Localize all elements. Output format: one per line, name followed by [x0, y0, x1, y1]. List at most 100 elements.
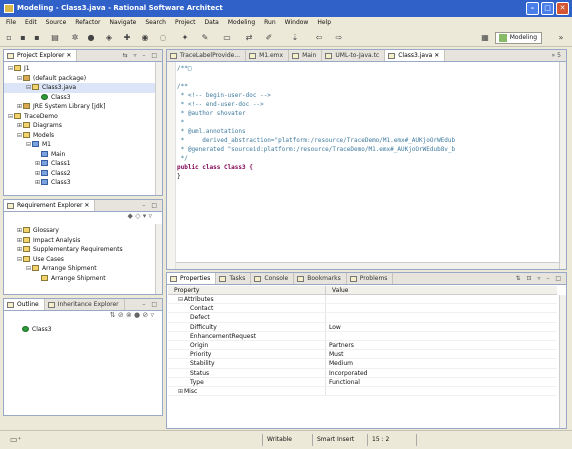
property-row[interactable]: Stability Medium [168, 359, 557, 369]
property-value[interactable]: Partners [326, 341, 354, 349]
vertical-scrollbar[interactable] [559, 62, 566, 269]
tab-tasks[interactable]: Tasks [216, 273, 252, 284]
vertical-scrollbar[interactable] [155, 224, 162, 294]
maximize-button[interactable]: □ [541, 2, 554, 15]
menu-source[interactable]: Source [46, 17, 67, 29]
back-icon[interactable]: ⇦ [314, 33, 324, 43]
property-row[interactable]: Status Incorporated [168, 368, 557, 378]
tab-bookmarks[interactable]: Bookmarks [294, 273, 347, 284]
property-row[interactable]: EnhancementRequest [168, 331, 557, 341]
open-type-icon[interactable]: ◌ [158, 33, 168, 43]
new-icon[interactable]: ▫ [4, 33, 14, 43]
close-button[interactable]: ✕ [556, 2, 569, 15]
tree-item[interactable]: ⊟ M1 [4, 140, 162, 150]
view-controls[interactable]: – □ [142, 200, 159, 212]
tab-problems[interactable]: Problems [347, 273, 394, 284]
print-icon[interactable]: ▤ [50, 33, 60, 43]
view-controls[interactable]: ⇆ ▿ – □ [123, 50, 159, 62]
property-value[interactable]: Low [326, 323, 341, 331]
close-icon[interactable]: ✕ [432, 52, 439, 59]
tree-item[interactable]: ⊟ Models [4, 131, 162, 141]
next-annotation-icon[interactable]: ⇣ [290, 33, 300, 43]
tree-item[interactable]: ⊟ Class3.java [4, 83, 162, 93]
run-icon[interactable]: ● [86, 33, 96, 43]
external-tools-icon[interactable]: ◈ [104, 33, 114, 43]
toolbar-more-icon[interactable]: » [556, 33, 566, 43]
tree-item[interactable]: ⊟ TraceDemo [4, 112, 162, 122]
editor-tab[interactable]: Class3.java ✕ [385, 50, 446, 61]
menu-help[interactable]: Help [317, 17, 331, 29]
tree-item[interactable]: ⊞ Class3 [4, 178, 162, 188]
open-perspective-icon[interactable]: ▦ [480, 33, 490, 43]
property-value[interactable]: Medium [326, 359, 353, 367]
new-class-icon[interactable]: ◉ [140, 33, 150, 43]
property-value[interactable]: Functional [326, 378, 360, 386]
property-column-header[interactable]: Property [168, 286, 326, 294]
tree-item[interactable]: ⊞ JRE System Library [jdk] [4, 102, 162, 112]
property-value[interactable]: Incorporated [326, 369, 367, 377]
view-controls[interactable]: – □ [142, 299, 159, 311]
menu-file[interactable]: File [6, 17, 16, 29]
tab-requirement-explorer[interactable]: Requirement Explorer ✕ [4, 200, 96, 211]
editor-tab[interactable]: Main [289, 50, 323, 61]
menu-data[interactable]: Data [205, 17, 219, 29]
tree-item[interactable]: Arrange Shipment [4, 274, 162, 284]
save-icon[interactable]: ▪ [18, 33, 28, 43]
property-row[interactable]: ⊟ Attributes [168, 295, 557, 305]
menu-run[interactable]: Run [264, 17, 276, 29]
view-controls[interactable]: ⇅ ⊡ ▿ – □ [516, 273, 563, 285]
save-all-icon[interactable]: ▪ [32, 33, 42, 43]
tree-item[interactable]: Main [4, 150, 162, 160]
tree-item[interactable]: ⊞ Class1 [4, 159, 162, 169]
code-editor[interactable]: /**□ /** * <!-- begin-user-doc --> * <!--… [177, 64, 558, 181]
value-column-header[interactable]: Value [326, 286, 348, 294]
property-row[interactable]: Difficulty Low [168, 322, 557, 332]
editor-tab[interactable]: UML-to-Java.tc [322, 50, 386, 61]
tree-item[interactable]: ⊞ Supplementary Requirements [4, 245, 162, 255]
horizontal-scrollbar[interactable] [176, 262, 559, 269]
vertical-scrollbar[interactable] [155, 62, 162, 195]
tab-outline[interactable]: Outline [4, 299, 45, 310]
open-folder-icon[interactable]: ▭ [222, 33, 232, 43]
tree-item[interactable]: Class3 [4, 93, 162, 103]
editor-tabs-more[interactable]: »5 [552, 50, 564, 62]
tab-project-explorer[interactable]: Project Explorer ✕ [4, 50, 78, 61]
tab-inheritance-explorer[interactable]: Inheritance Explorer [45, 299, 125, 310]
tree-item[interactable]: ⊞ Impact Analysis [4, 236, 162, 246]
property-value[interactable]: Must [326, 350, 343, 358]
new-java-project-icon[interactable]: ✚ [122, 33, 132, 43]
menu-modeling[interactable]: Modeling [228, 17, 255, 29]
forward-icon[interactable]: ⇨ [334, 33, 344, 43]
tree-item[interactable]: ⊞ Class2 [4, 169, 162, 179]
vertical-scrollbar[interactable] [559, 295, 566, 428]
property-row[interactable]: Origin Partners [168, 340, 557, 351]
property-value[interactable] [326, 304, 329, 312]
fast-view-icon[interactable]: ▭⁺ [10, 435, 22, 444]
menu-refactor[interactable]: Refactor [75, 17, 100, 29]
property-row[interactable]: Priority Must [168, 350, 557, 360]
link-icon[interactable]: ⇄ [244, 33, 254, 43]
menu-project[interactable]: Project [175, 17, 196, 29]
property-value[interactable] [326, 313, 329, 321]
tab-properties[interactable]: Properties [167, 273, 217, 284]
property-value[interactable] [326, 332, 329, 340]
property-row[interactable]: Contact [168, 304, 557, 314]
menu-edit[interactable]: Edit [25, 17, 37, 29]
tree-item[interactable]: ⊞ Diagrams [4, 121, 162, 131]
tree-item[interactable]: ⊟ Arrange Shipment [4, 264, 162, 274]
outline-toolbar[interactable]: ⇅ ⊘ ⊗ ● ⊘ ▿ [4, 311, 162, 323]
debug-icon[interactable]: ✲ [70, 33, 80, 43]
property-row[interactable]: Defect [168, 313, 557, 323]
property-row[interactable]: Type Functional [168, 377, 557, 387]
tree-item[interactable]: ⊟ Use Cases [4, 255, 162, 265]
search-icon[interactable]: ✦ [180, 33, 190, 43]
editor-tab[interactable]: TraceLabelProvide... [167, 50, 247, 61]
minimize-button[interactable]: – [526, 2, 539, 15]
outline-item[interactable]: Class3 [4, 325, 162, 335]
pen-icon[interactable]: ✎ [200, 33, 210, 43]
tree-item[interactable]: ⊞ Glossary [4, 226, 162, 236]
tree-item[interactable]: ⊟ J1 [4, 64, 162, 74]
property-row[interactable]: ⊞ Misc [168, 386, 557, 397]
tab-console[interactable]: Console [251, 273, 295, 284]
menu-search[interactable]: Search [145, 17, 166, 29]
